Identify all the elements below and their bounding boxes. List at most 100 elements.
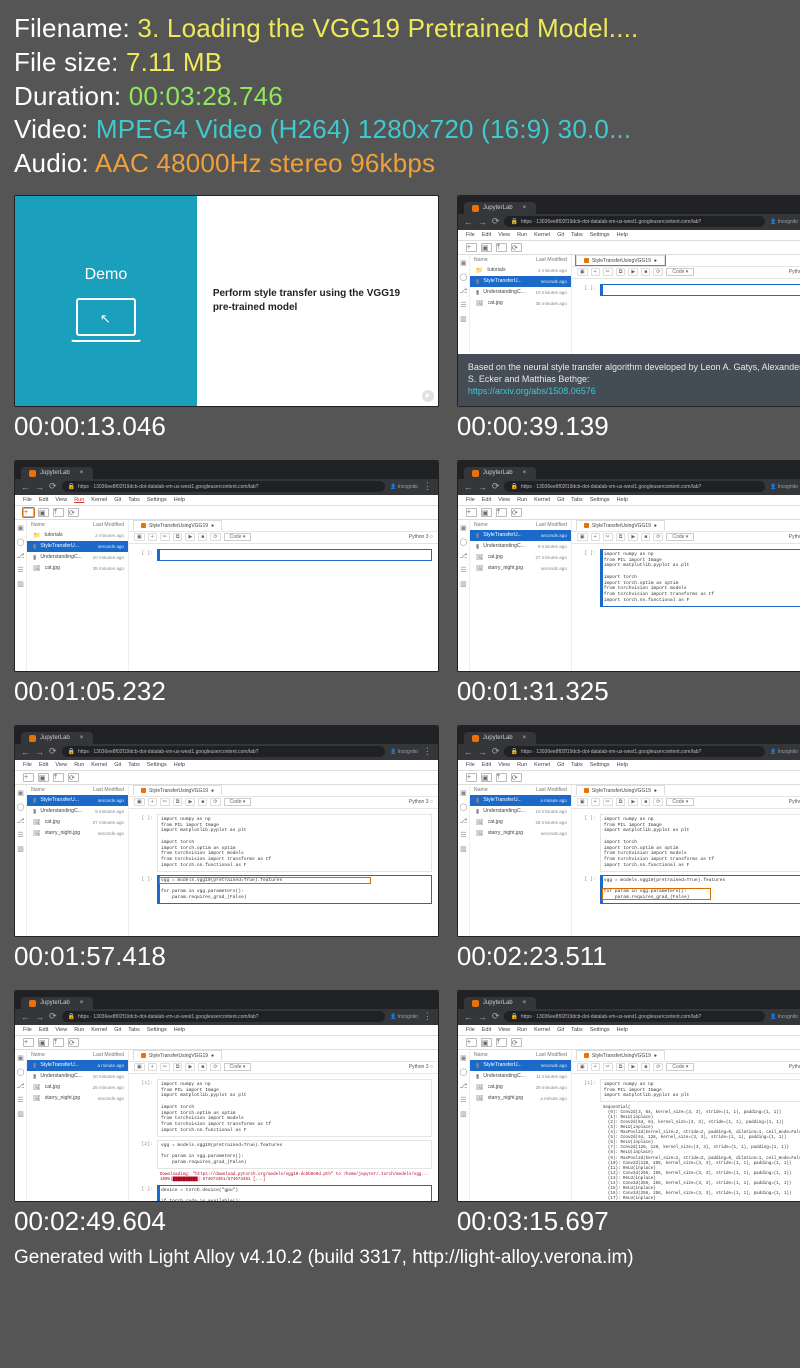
file-row[interactable]: ▮ StyleTransferU... seconds ago: [27, 795, 128, 806]
menu-item[interactable]: Run: [74, 762, 84, 768]
new-folder-button[interactable]: ▣: [481, 1038, 492, 1047]
refresh-button[interactable]: ⟳: [511, 243, 522, 252]
copy-button[interactable]: ⧉: [173, 798, 183, 806]
browser-tab[interactable]: JupyterLab ×: [21, 467, 93, 479]
menu-item[interactable]: Edit: [39, 497, 48, 503]
menu-item[interactable]: Tabs: [128, 497, 140, 503]
new-folder-button[interactable]: ▣: [38, 508, 49, 517]
menu-item[interactable]: File: [23, 497, 32, 503]
browser-tab[interactable]: JupyterLab ×: [21, 732, 93, 744]
menu-item[interactable]: Kernel: [91, 1027, 107, 1033]
commands-icon[interactable]: ☰: [17, 1096, 23, 1104]
file-row[interactable]: 🖼 cat.jpg 28 minutes ago: [470, 817, 571, 828]
back-icon[interactable]: ←: [464, 482, 473, 492]
kernel-name[interactable]: Python 3 ○: [409, 534, 433, 540]
running-icon[interactable]: ◯: [17, 538, 25, 546]
back-icon[interactable]: ←: [21, 1012, 30, 1022]
forward-icon[interactable]: →: [35, 482, 44, 492]
close-icon[interactable]: ×: [523, 735, 527, 741]
tabs-icon[interactable]: ▥: [17, 580, 24, 588]
tabs-icon[interactable]: ▥: [460, 845, 467, 853]
notebook-tab[interactable]: StyleTransferUsingVGG19 ●: [576, 520, 665, 530]
menu-item[interactable]: Git: [114, 1027, 121, 1033]
notebook-tab[interactable]: StyleTransferUsingVGG19 ●: [576, 1050, 665, 1060]
menu-item[interactable]: Help: [617, 762, 628, 768]
menu-icon[interactable]: ⋮: [423, 481, 432, 492]
reload-icon[interactable]: ⟳: [492, 216, 500, 227]
menu-icon[interactable]: ⋮: [423, 1011, 432, 1022]
back-icon[interactable]: ←: [21, 747, 30, 757]
upload-button[interactable]: ⤒: [53, 773, 64, 782]
copy-button[interactable]: ⧉: [616, 533, 626, 541]
new-folder-button[interactable]: ▣: [38, 773, 49, 782]
forward-icon[interactable]: →: [478, 1012, 487, 1022]
new-folder-button[interactable]: ▣: [481, 773, 492, 782]
menu-item[interactable]: File: [466, 762, 475, 768]
new-launcher-button[interactable]: +: [23, 1038, 34, 1047]
restart-button[interactable]: ⟳: [653, 1063, 663, 1071]
file-row[interactable]: ▮ UnderstandingC... 11 minutes ago: [470, 1071, 571, 1082]
add-cell-button[interactable]: +: [591, 268, 600, 276]
url-field[interactable]: 🔒 https · 13036ee8f02f19dcb-dot-datalab-…: [504, 1011, 765, 1022]
menu-item[interactable]: Settings: [590, 232, 610, 238]
run-button[interactable]: ▶: [628, 533, 638, 541]
cut-button[interactable]: ✂: [603, 268, 613, 276]
menu-item[interactable]: Git: [557, 497, 564, 503]
restart-button[interactable]: ⟳: [210, 798, 220, 806]
save-button[interactable]: ▣: [134, 533, 145, 541]
menu-item[interactable]: Tabs: [128, 1027, 140, 1033]
upload-button[interactable]: ⤒: [496, 1038, 507, 1047]
copy-button[interactable]: ⧉: [616, 1063, 626, 1071]
tabs-icon[interactable]: ▥: [17, 845, 24, 853]
forward-icon[interactable]: →: [35, 747, 44, 757]
back-icon[interactable]: ←: [464, 1012, 473, 1022]
notebook-tab[interactable]: StyleTransferUsingVGG19 ●: [576, 255, 665, 265]
files-icon[interactable]: ▣: [460, 789, 467, 797]
menu-item[interactable]: Tabs: [571, 232, 583, 238]
git-icon[interactable]: ⎇: [459, 287, 467, 295]
git-icon[interactable]: ⎇: [459, 817, 467, 825]
file-row[interactable]: ▮ UnderstandingC... 9 minutes ago: [27, 806, 128, 817]
notebook-tab[interactable]: StyleTransferUsingVGG19 ●: [576, 785, 665, 795]
files-icon[interactable]: ▣: [17, 789, 24, 797]
restart-button[interactable]: ⟳: [653, 798, 663, 806]
menu-item[interactable]: View: [498, 1027, 510, 1033]
restart-button[interactable]: ⟳: [653, 533, 663, 541]
file-row[interactable]: ▮ StyleTransferU... seconds ago: [27, 541, 128, 552]
commands-icon[interactable]: ☰: [17, 831, 23, 839]
file-row[interactable]: 🖼 starry_night.jpg seconds ago: [470, 828, 571, 839]
cut-button[interactable]: ✂: [160, 1063, 170, 1071]
upload-button[interactable]: ⤒: [53, 508, 64, 517]
browser-tab[interactable]: JupyterLab ×: [464, 732, 536, 744]
url-field[interactable]: 🔒 https · 13036ee8f02f19dcb-dot-datalab-…: [504, 746, 765, 757]
save-button[interactable]: ▣: [577, 533, 588, 541]
menu-item[interactable]: Git: [557, 232, 564, 238]
file-row[interactable]: 🖼 cat.jpg 29 minutes ago: [470, 1082, 571, 1093]
notebook-tab[interactable]: StyleTransferUsingVGG19 ●: [133, 1050, 222, 1060]
kernel-name[interactable]: Python 3 ○: [409, 1064, 433, 1070]
back-icon[interactable]: ←: [21, 482, 30, 492]
refresh-button[interactable]: ⟳: [511, 1038, 522, 1047]
cut-button[interactable]: ✂: [160, 533, 170, 541]
close-icon[interactable]: ×: [80, 735, 84, 741]
browser-tab[interactable]: JupyterLab ×: [464, 202, 536, 214]
menu-item[interactable]: Git: [557, 762, 564, 768]
cut-button[interactable]: ✂: [603, 533, 613, 541]
thumbnail-frame[interactable]: Demo ↖ Perform style transfer using the …: [14, 195, 439, 407]
running-icon[interactable]: ◯: [459, 803, 467, 811]
menu-item[interactable]: Edit: [482, 762, 491, 768]
thumbnail-frame[interactable]: JupyterLab × ← → ⟳ 🔒 https · 13036ee8f02…: [14, 990, 439, 1202]
menu-item[interactable]: Help: [174, 762, 185, 768]
stop-button[interactable]: ■: [641, 798, 650, 806]
menu-item[interactable]: Git: [114, 762, 121, 768]
cell-type-select[interactable]: Code ▾: [666, 798, 694, 806]
menu-item[interactable]: Tabs: [128, 762, 140, 768]
thumbnail-frame[interactable]: JupyterLab × ← → ⟳ 🔒 https · 13036ee8f02…: [14, 460, 439, 672]
forward-icon[interactable]: →: [478, 747, 487, 757]
file-row[interactable]: 📁 tutorials 2 minutes ago: [470, 265, 571, 276]
new-launcher-button[interactable]: +: [466, 1038, 477, 1047]
save-button[interactable]: ▣: [134, 798, 145, 806]
refresh-button[interactable]: ⟳: [68, 1038, 79, 1047]
run-button[interactable]: ▶: [628, 798, 638, 806]
cut-button[interactable]: ✂: [603, 798, 613, 806]
